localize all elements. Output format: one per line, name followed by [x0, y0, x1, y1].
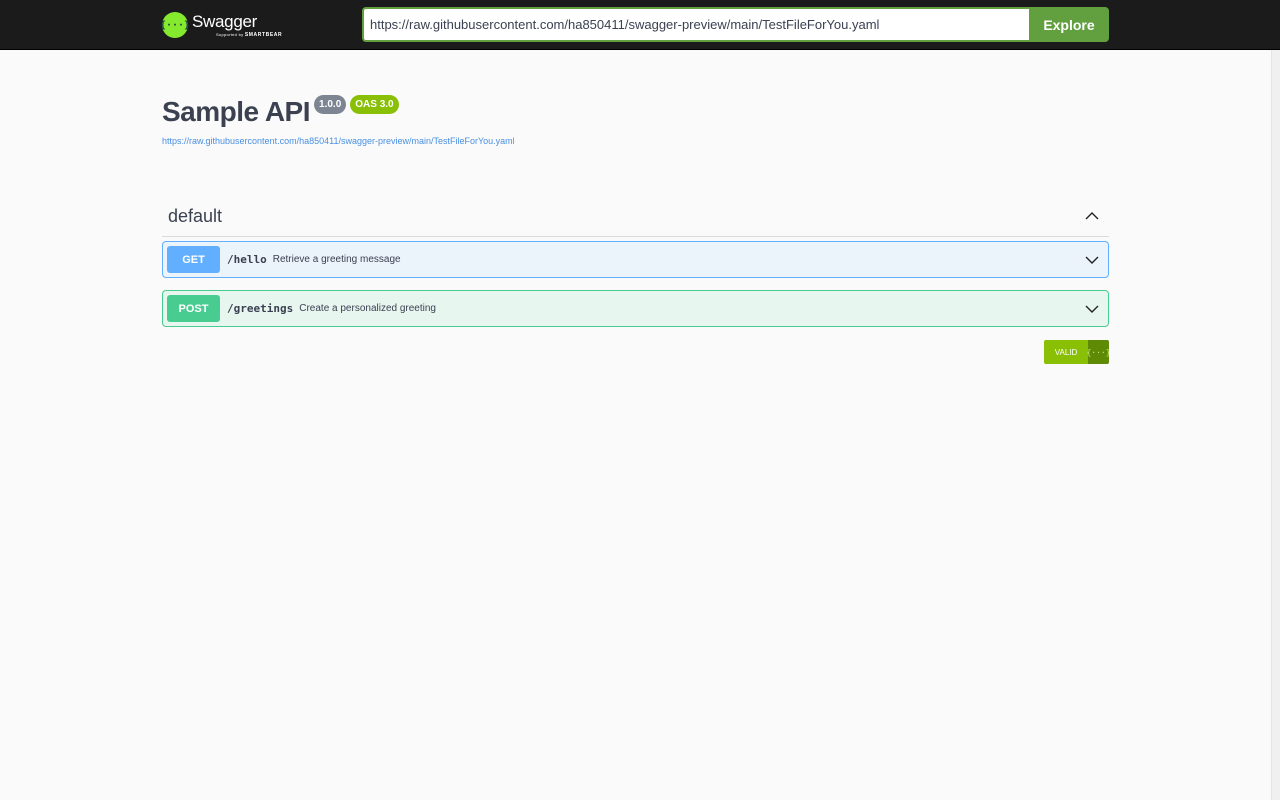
chevron-down-icon[interactable]: [1082, 299, 1102, 319]
operation-get-hello[interactable]: GET /hello Retrieve a greeting message: [162, 241, 1109, 278]
tag-header-default[interactable]: default: [162, 196, 1109, 237]
spec-url-input[interactable]: [362, 7, 1029, 42]
validator-badge[interactable]: VALID {···}: [1044, 340, 1109, 364]
operation-summary: Create a personalized greeting: [299, 303, 436, 314]
version-badge: 1.0.0: [314, 95, 347, 114]
oas-badge: OAS 3.0: [350, 95, 399, 114]
validator-icon: {···}: [1086, 340, 1109, 364]
explore-button[interactable]: Explore: [1029, 7, 1109, 42]
topbar: {···} Swagger Supported by SMARTBEAR Exp…: [0, 0, 1280, 50]
operation-path: /hello: [227, 253, 267, 266]
method-badge: GET: [167, 246, 220, 273]
scrollbar[interactable]: [1271, 50, 1280, 800]
api-info: Sample API 1.0.0 OAS 3.0 https://raw.git…: [162, 94, 1108, 146]
title-row: Sample API 1.0.0 OAS 3.0: [162, 94, 1108, 130]
operation-path: /greetings: [227, 302, 294, 315]
tag-section: default: [162, 196, 1109, 237]
logo-name: Swagger: [192, 12, 257, 31]
spec-url-form: Explore: [362, 7, 1109, 42]
chevron-down-icon[interactable]: [1082, 250, 1102, 270]
logo-sub-brand: SMARTBEAR: [244, 32, 283, 38]
page-title: Sample API: [162, 96, 311, 127]
valid-label: VALID: [1044, 340, 1088, 364]
operation-summary: Retrieve a greeting message: [272, 254, 401, 265]
logo-sub-prefix: Supported by: [216, 32, 244, 37]
logo-subtitle: Supported by SMARTBEAR: [216, 32, 282, 38]
logo-text: Swagger Supported by SMARTBEAR: [192, 12, 282, 38]
swagger-logo-icon: {···}: [160, 12, 190, 38]
spec-url-link[interactable]: https://raw.githubusercontent.com/ha8504…: [162, 136, 1108, 146]
operation-post-greetings[interactable]: POST /greetings Create a personalized gr…: [162, 290, 1109, 327]
swagger-logo[interactable]: {···} Swagger Supported by SMARTBEAR: [160, 9, 282, 41]
tag-name: default: [168, 205, 223, 226]
method-badge: POST: [167, 295, 220, 322]
chevron-up-icon[interactable]: [1081, 205, 1103, 227]
